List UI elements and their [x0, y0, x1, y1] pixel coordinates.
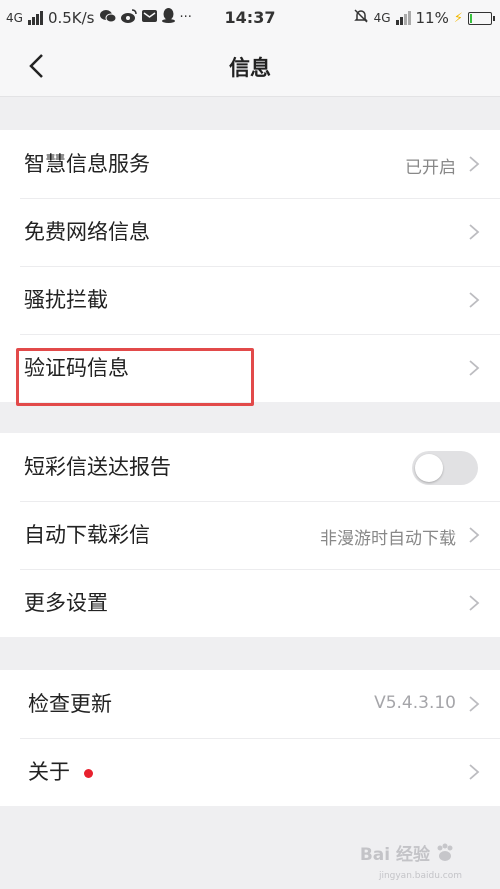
battery-icon [468, 11, 495, 25]
mute-bell-icon [353, 8, 369, 28]
chevron-right-icon [469, 595, 480, 611]
highlight-box [16, 348, 254, 406]
setting-harassment-block[interactable]: 骚扰拦截 [0, 266, 500, 334]
toggle-knob [415, 454, 443, 482]
watermark-url: jingyan.baidu.com [378, 871, 462, 881]
setting-label: 自动下载彩信 [24, 523, 150, 547]
settings-group-2: 短彩信送达报告 自动下载彩信 非漫游时自动下载 更多设置 [0, 433, 500, 637]
setting-label: 短彩信送达报告 [24, 455, 171, 479]
status-right: 4G 11% ⚡ [353, 8, 495, 28]
chevron-right-icon [469, 360, 480, 376]
charging-icon: ⚡ [453, 10, 463, 26]
setting-check-update[interactable]: 检查更新 V5.4.3.10 [0, 670, 500, 738]
setting-label: 检查更新 [28, 692, 112, 716]
setting-more-settings[interactable]: 更多设置 [0, 569, 500, 637]
setting-value: 已开启 [405, 158, 456, 178]
setting-delivery-report: 短彩信送达报告 [0, 433, 500, 501]
version-value: V5.4.3.10 [374, 693, 456, 713]
page-title: 信息 [229, 56, 271, 80]
setting-label: 关于 [28, 756, 93, 786]
chevron-right-icon [469, 292, 480, 308]
setting-value: 非漫游时自动下载 [320, 529, 456, 549]
setting-about[interactable]: 关于 [0, 738, 500, 806]
setting-label: 免费网络信息 [24, 220, 150, 244]
setting-label: 骚扰拦截 [24, 288, 108, 312]
about-label: 关于 [28, 760, 70, 784]
chevron-right-icon [469, 696, 480, 712]
paw-icon [437, 843, 453, 861]
chevron-right-icon [469, 224, 480, 240]
chevron-right-icon [469, 527, 480, 543]
signal-icon [395, 11, 411, 25]
chevron-right-icon [469, 764, 480, 780]
battery-percent: 11% [415, 9, 449, 27]
setting-auto-download-mms[interactable]: 自动下载彩信 非漫游时自动下载 [0, 501, 500, 569]
navigation-bar: 信息 [0, 36, 500, 97]
red-dot-badge [84, 768, 93, 778]
settings-group-3: 检查更新 V5.4.3.10 关于 [0, 670, 500, 806]
status-bar: 4G 0.5K/s ··· 14:37 4G 11% ⚡ [0, 0, 500, 36]
baidu-watermark: Bai 经验 [360, 840, 456, 865]
setting-label: 更多设置 [24, 591, 108, 615]
network-type-right: 4G [373, 11, 391, 25]
delivery-report-toggle[interactable] [412, 451, 478, 485]
chevron-right-icon [469, 156, 480, 172]
watermark-text: Bai 经验 [359, 845, 430, 865]
setting-label: 智慧信息服务 [24, 152, 150, 176]
setting-free-network-info[interactable]: 免费网络信息 [0, 198, 500, 266]
setting-smart-info-service[interactable]: 智慧信息服务 已开启 [0, 130, 500, 198]
